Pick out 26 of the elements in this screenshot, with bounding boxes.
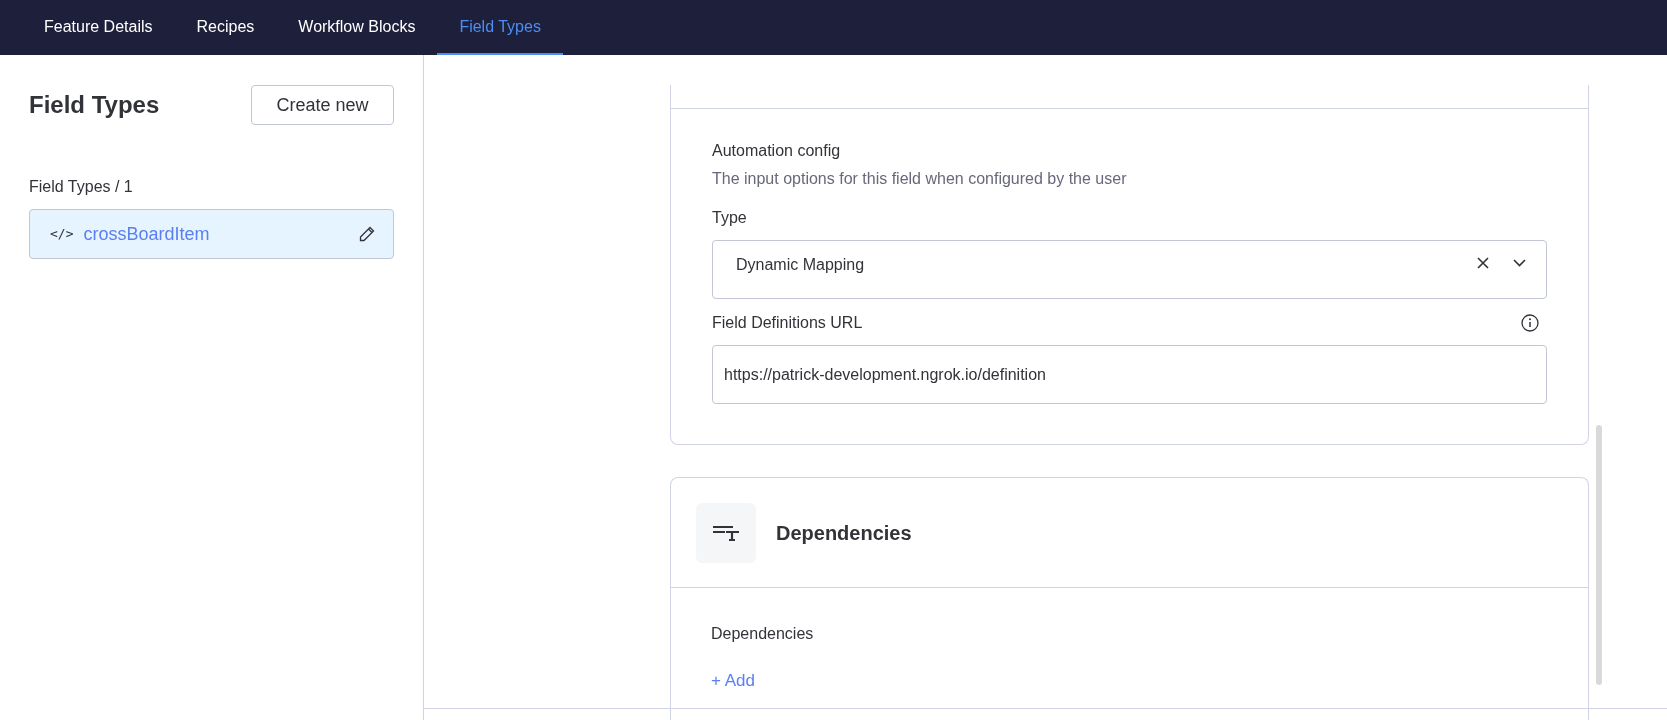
item-label: crossBoardItem xyxy=(83,222,211,246)
nav-tab[interactable]: Field Types xyxy=(437,0,563,55)
add-link[interactable]: + Add xyxy=(711,668,755,694)
field-label: Dependencies xyxy=(711,624,815,644)
sidebar-item[interactable]: </> crossBoardItem xyxy=(29,209,394,259)
section-description: The input options for this field when configured by the user xyxy=(712,169,1128,189)
text-format-icon xyxy=(696,502,756,563)
field-label: Type xyxy=(712,208,748,228)
code-icon: </> xyxy=(50,224,74,244)
nav-tab[interactable]: Recipes xyxy=(174,0,277,55)
url-input-field[interactable]: https://patrick-development.ngrok.io/definition xyxy=(712,345,1547,404)
section-title: Automation config xyxy=(712,141,842,161)
select-value: Dynamic Mapping xyxy=(736,255,866,275)
section-title: Dependencies xyxy=(776,520,912,546)
info-icon[interactable] xyxy=(1521,314,1539,332)
clear-icon[interactable] xyxy=(1477,257,1489,269)
field-label: Field Definitions URL xyxy=(712,313,863,333)
nav-tab[interactable]: Workflow Blocks xyxy=(276,0,438,55)
breadcrumb: Field Types / 1 xyxy=(29,177,134,197)
type-select[interactable]: Dynamic Mapping xyxy=(712,240,1547,299)
sidebar-title: Field Types xyxy=(29,90,160,120)
chevron-down-icon[interactable] xyxy=(1513,259,1526,267)
pencil-icon[interactable] xyxy=(359,226,375,242)
nav-tab[interactable]: Feature Details xyxy=(22,0,175,55)
create-new-button[interactable]: Create new xyxy=(251,85,394,125)
scrollbar[interactable] xyxy=(1596,425,1602,685)
